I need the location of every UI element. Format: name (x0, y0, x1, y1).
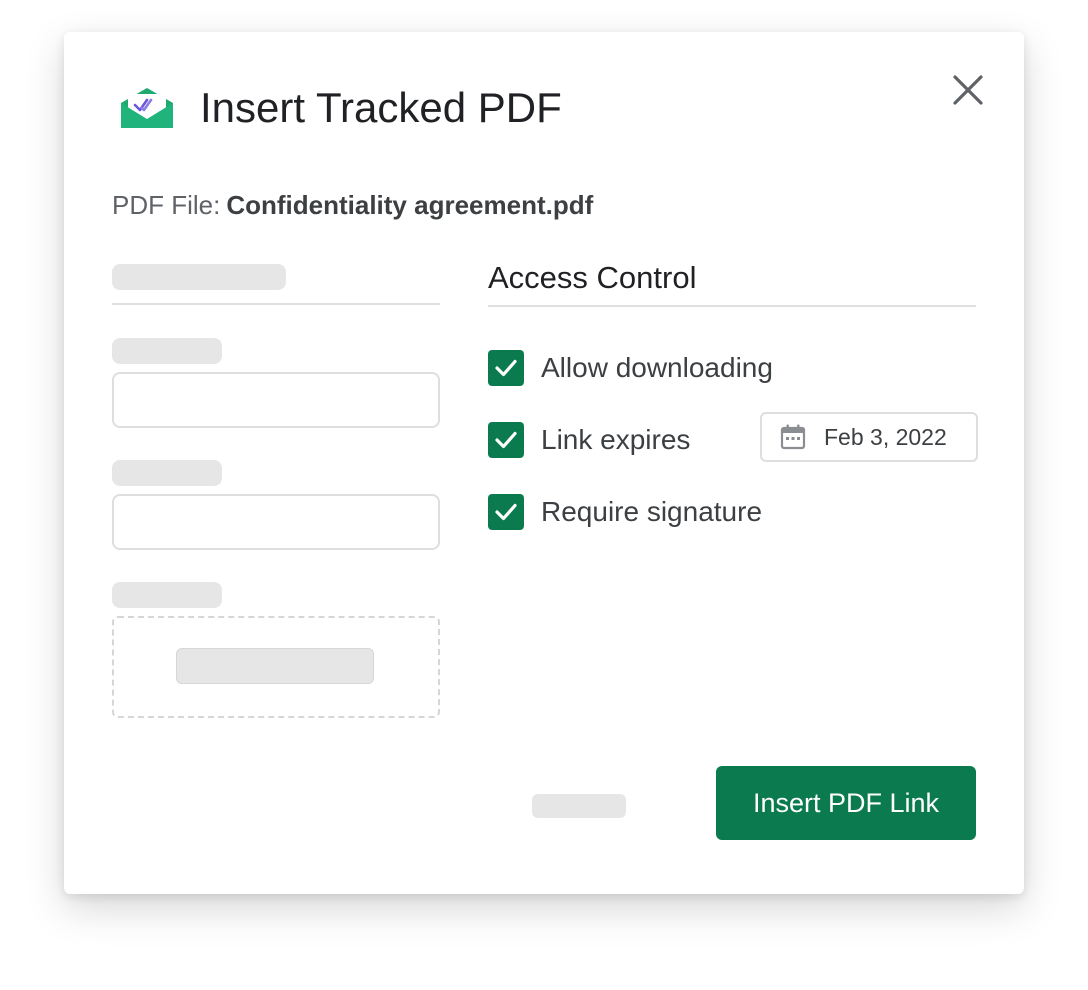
pdf-file-label: PDF File: (112, 190, 221, 220)
access-control-title: Access Control (488, 260, 697, 295)
placeholder-heading (112, 264, 286, 290)
require-signature-checkbox[interactable] (488, 494, 524, 530)
left-divider (112, 303, 440, 305)
require-signature-label: Require signature (541, 496, 763, 527)
placeholder-label (112, 338, 222, 364)
placeholder-input[interactable] (112, 494, 440, 550)
allow-downloading-checkbox[interactable] (488, 350, 524, 386)
file-drop-zone[interactable] (112, 616, 440, 718)
link-expires-label: Link expires (541, 424, 691, 455)
expiry-date-value: Feb 3, 2022 (824, 423, 947, 450)
close-icon[interactable] (948, 70, 988, 110)
envelope-checkmark-icon (121, 88, 173, 128)
link-expires-checkbox[interactable] (488, 422, 524, 458)
calendar-icon (780, 424, 806, 450)
placeholder-label (112, 460, 222, 486)
option-link-expires[interactable]: Link expires (488, 422, 690, 458)
placeholder-input[interactable] (112, 372, 440, 428)
placeholder-cancel-button[interactable] (532, 794, 626, 818)
option-require-signature[interactable]: Require signature (488, 494, 762, 530)
placeholder-button[interactable] (176, 648, 374, 684)
allow-downloading-label: Allow downloading (541, 352, 773, 383)
insert-pdf-link-button[interactable]: Insert PDF Link (716, 766, 976, 840)
placeholder-label (112, 582, 222, 608)
pdf-file-row: PDF File: Confidentiality agreement.pdf (112, 188, 593, 222)
option-allow-downloading[interactable]: Allow downloading (488, 350, 773, 386)
insert-pdf-dialog: Insert Tracked PDF PDF File: Confidential… (64, 32, 1024, 894)
dialog-title: Insert Tracked PDF (200, 84, 562, 131)
checkmark-icon (495, 431, 517, 449)
pdf-file-name: Confidentiality agreement.pdf (226, 190, 594, 220)
checkmark-icon (495, 359, 517, 377)
access-control-divider (488, 305, 976, 307)
checkmark-icon (495, 503, 517, 521)
expiry-date-picker[interactable]: Feb 3, 2022 (760, 412, 978, 462)
